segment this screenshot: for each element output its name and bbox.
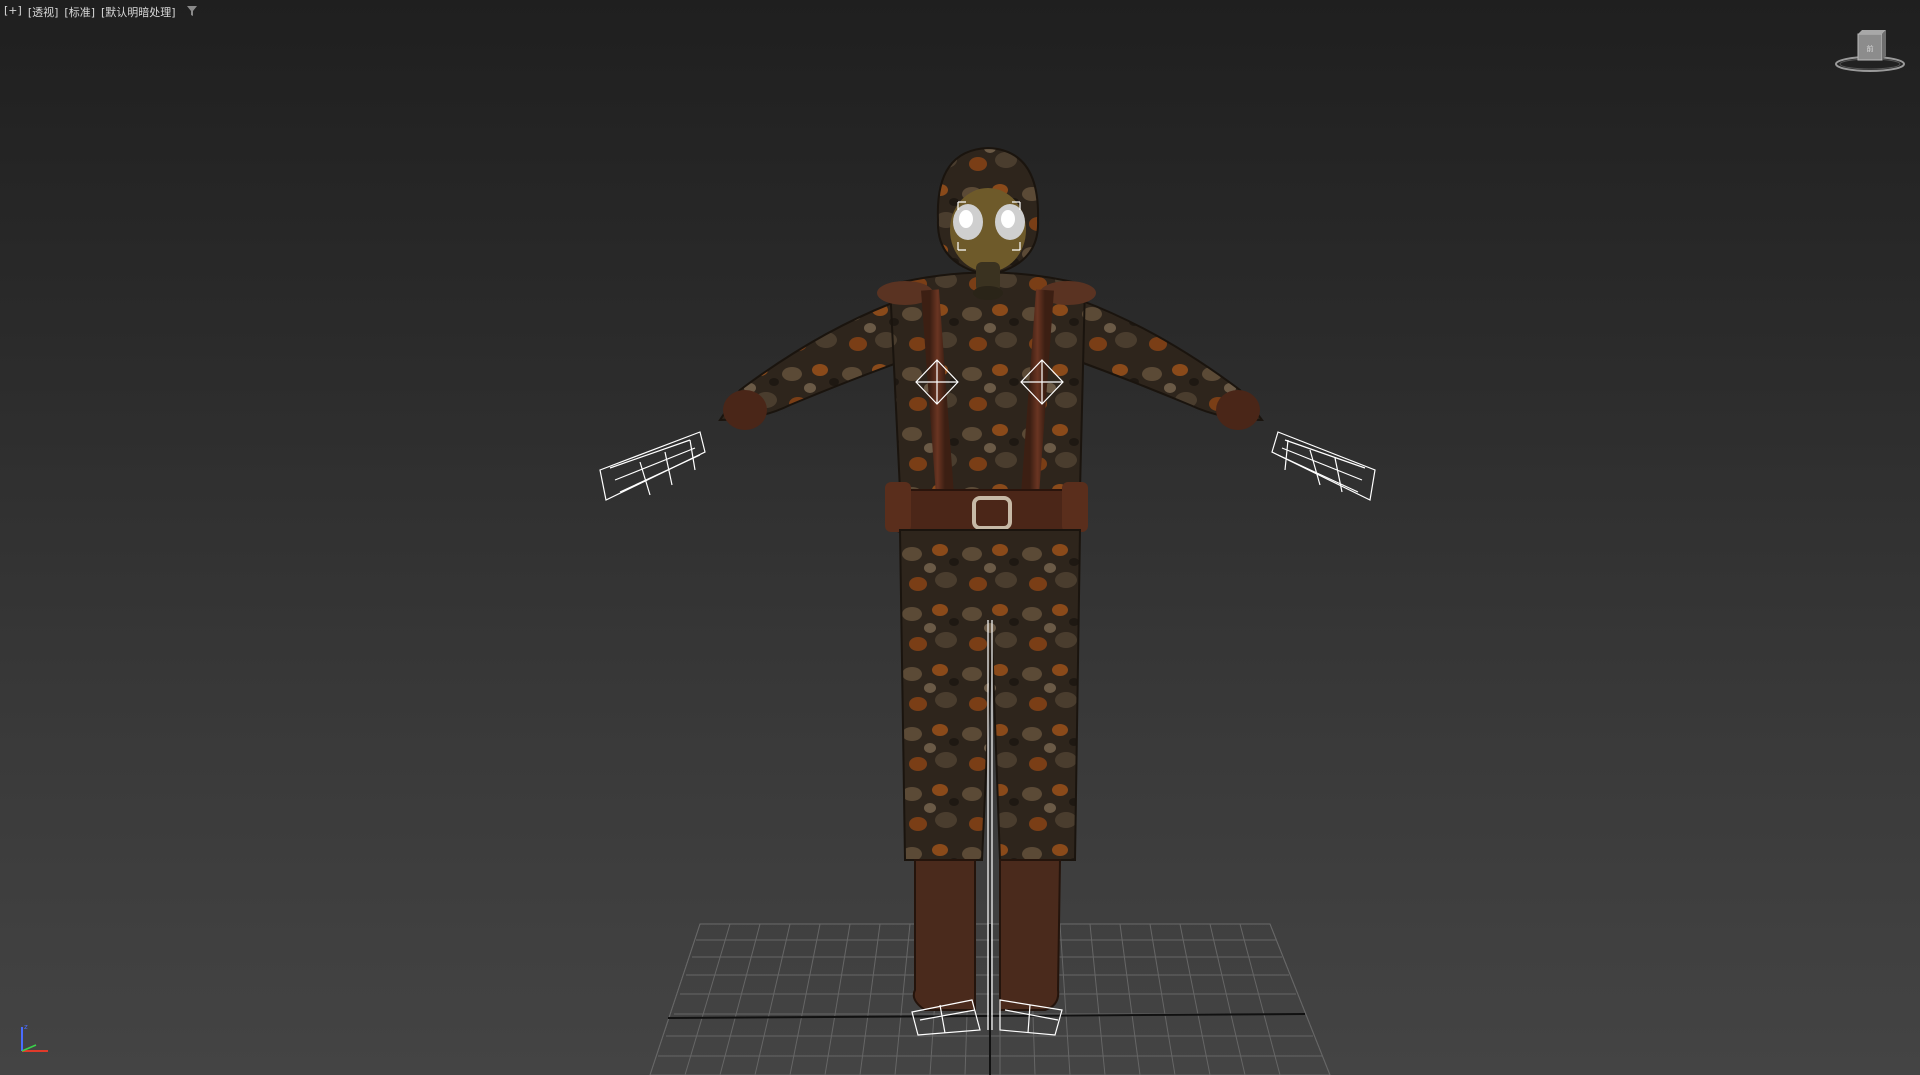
viewport-standard-menu[interactable]: [标准]	[64, 4, 95, 20]
filter-icon[interactable]	[186, 5, 198, 17]
viewport-shading-menu[interactable]: [默认明暗处理]	[101, 4, 176, 20]
axis-tripod-icon: z	[21, 1023, 48, 1052]
viewport-perspective-menu[interactable]: [透视]	[28, 4, 59, 20]
viewport-label-menu: [+] [透视] [标准] [默认明暗处理]	[4, 4, 198, 20]
scene-canvas[interactable]	[0, 0, 1920, 1075]
svg-text:z: z	[24, 1023, 28, 1031]
viewport-plus-menu[interactable]: [+]	[4, 4, 22, 20]
ground-grid	[649, 923, 1331, 1075]
perspective-viewport[interactable]: [+] [透视] [标准] [默认明暗处理] 前 z	[0, 0, 1920, 1075]
character-model[interactable]	[718, 146, 1264, 1011]
